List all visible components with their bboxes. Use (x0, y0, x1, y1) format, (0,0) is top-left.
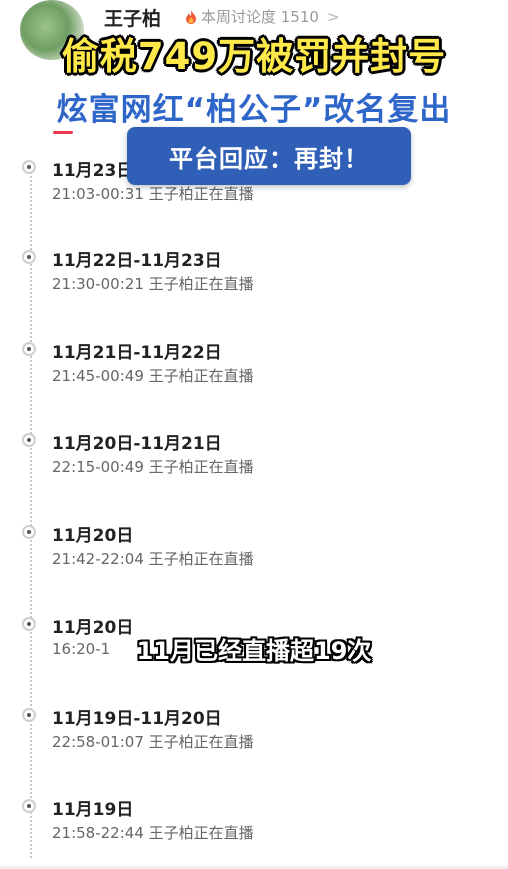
timeline-dot-icon (22, 433, 36, 447)
timeline-date: 11月20日-11月21日 (52, 434, 222, 454)
timeline-date: 11月22日-11月23日 (52, 251, 222, 271)
timeline-dot-icon (22, 250, 36, 264)
timeline-detail: 21:58-22:44 王子柏正在直播 (52, 824, 254, 842)
timeline-detail: 22:15-00:49 王子柏正在直播 (52, 458, 254, 476)
timeline-line (30, 168, 32, 858)
timeline-detail: 21:03-00:31 王子柏正在直播 (52, 185, 254, 203)
flame-icon (186, 9, 196, 24)
timeline-dot-icon (22, 708, 36, 722)
timeline-detail: 22:58-01:07 王子柏正在直播 (52, 733, 254, 751)
timeline-date: 11月20日 (52, 526, 134, 546)
video-caption: 11月已经直播超19次 (136, 637, 372, 665)
timeline-date: 11月23日 (52, 161, 134, 181)
timeline-dot-icon (22, 160, 36, 174)
timeline-detail: 21:42-22:04 王子柏正在直播 (52, 550, 254, 568)
timeline-date: 11月21日-11月22日 (52, 343, 222, 363)
discussion-stat[interactable]: 本周讨论度 1510 > (185, 6, 340, 27)
timeline-detail: 21:45-00:49 王子柏正在直播 (52, 367, 254, 385)
discussion-stat-label: 本周讨论度 1510 (201, 8, 319, 26)
timeline-dot-icon (22, 799, 36, 813)
timeline-dot-icon (22, 617, 36, 631)
timeline-date: 11月19日 (52, 800, 134, 820)
platform-response-badge: 平台回应：再封！ (127, 127, 411, 185)
timeline-dot-icon (22, 525, 36, 539)
timeline-date: 11月19日-11月20日 (52, 709, 222, 729)
headline-secondary: 炫富网红“柏公子”改名复出 (56, 92, 452, 128)
chevron-right-icon: > (326, 7, 340, 26)
headline-primary: 偷税749万被罚并封号 (61, 35, 447, 78)
timeline-dot-icon (22, 342, 36, 356)
tab-indicator (53, 131, 73, 134)
timeline-detail: 21:30-00:21 王子柏正在直播 (52, 275, 254, 293)
